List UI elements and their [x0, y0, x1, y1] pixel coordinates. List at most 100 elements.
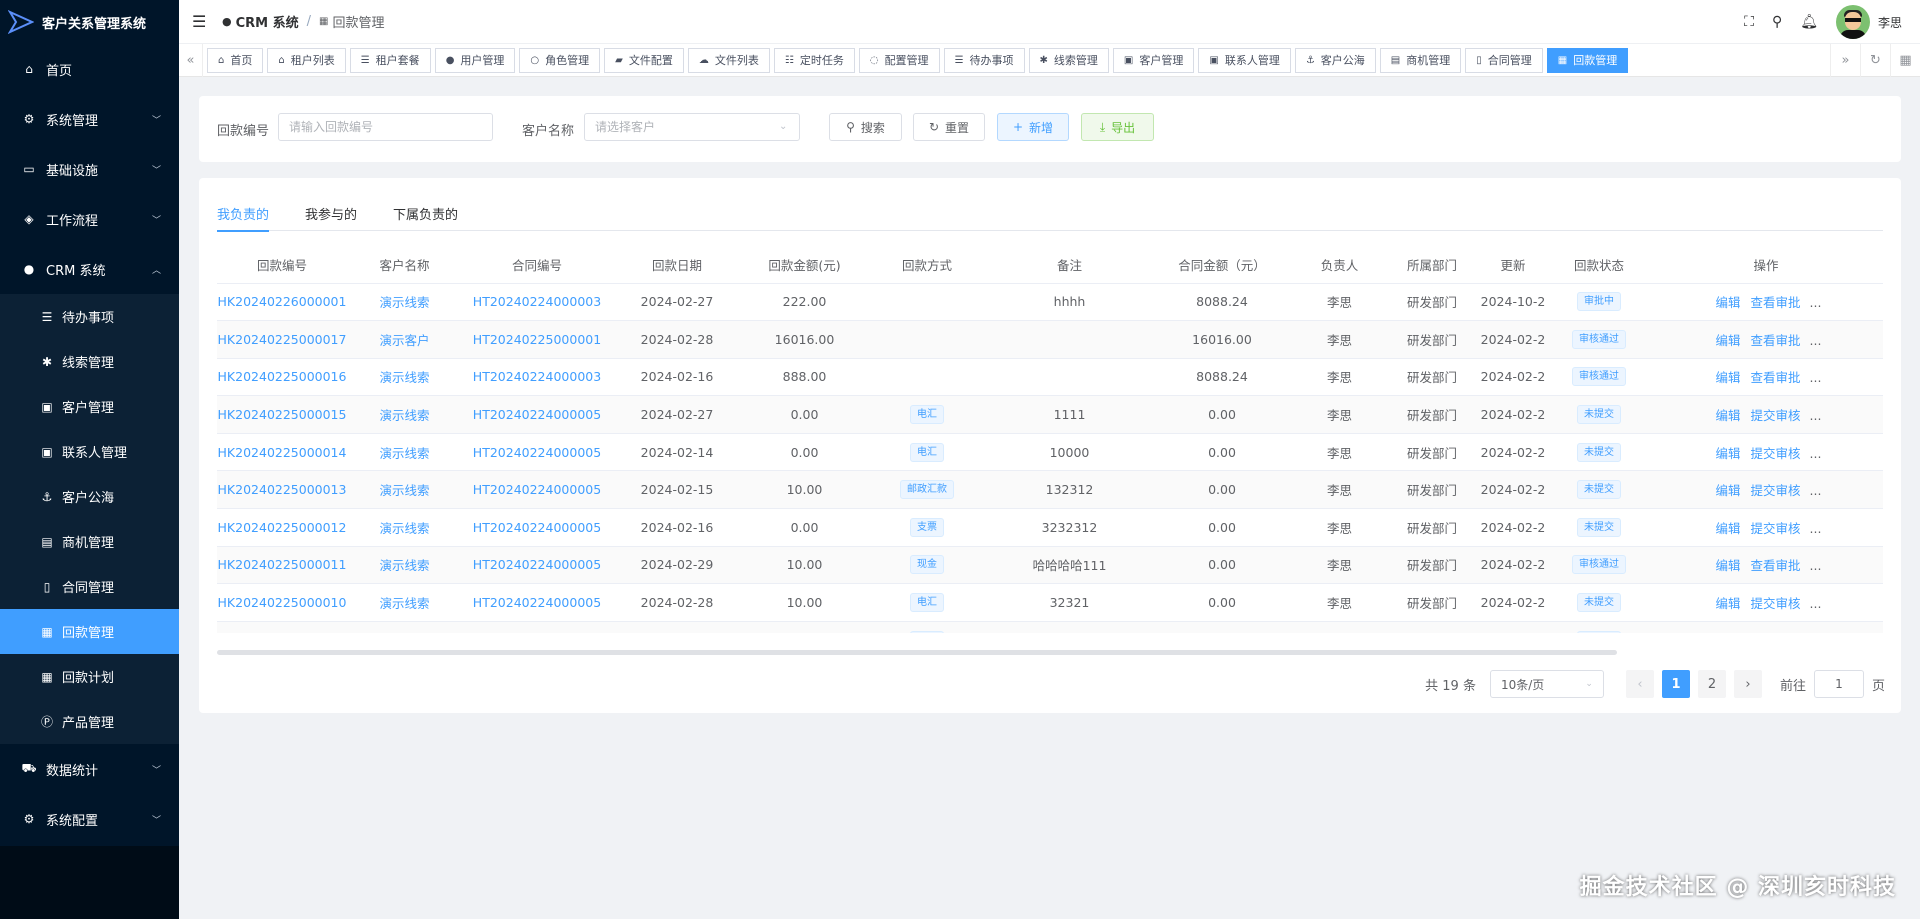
more-actions-icon[interactable]: ...: [1810, 446, 1822, 461]
tag-4[interactable]: ○ 角色管理: [519, 47, 601, 73]
payment-no-link[interactable]: HK20240225000016: [218, 369, 347, 384]
page-1-button[interactable]: 1: [1661, 670, 1690, 698]
column-header[interactable]: 所属部门: [1387, 246, 1477, 284]
export-button[interactable]: ⤓ 导出: [1081, 113, 1154, 141]
sidebar-bottom-item-1[interactable]: ⚙ 系统配置 ﹀: [0, 794, 179, 844]
bell-icon[interactable]: 🔔︎: [1800, 14, 1818, 30]
sidebar-subitem-1[interactable]: ✱ 线索管理: [0, 339, 179, 384]
audit-link[interactable]: 提交审核: [1751, 408, 1801, 423]
customer-link[interactable]: 演示线索: [379, 446, 429, 461]
audit-link[interactable]: 查看审批: [1751, 333, 1801, 348]
edit-link[interactable]: 编辑: [1716, 596, 1741, 611]
audit-link[interactable]: 提交审核: [1751, 521, 1801, 536]
payment-no-link[interactable]: HK20240225000015: [218, 407, 347, 422]
sidebar-subitem-5[interactable]: ▤ 商机管理: [0, 519, 179, 564]
tags-scroll-left-icon[interactable]: «: [179, 43, 203, 77]
grid-menu-icon[interactable]: ▦: [1890, 43, 1920, 77]
prev-page-button[interactable]: ‹: [1625, 670, 1654, 698]
tag-2[interactable]: ☰ 租户套餐: [349, 47, 431, 73]
more-actions-icon[interactable]: ...: [1810, 295, 1822, 310]
more-actions-icon[interactable]: ...: [1810, 483, 1822, 498]
audit-link[interactable]: 提交审核: [1751, 446, 1801, 461]
audit-link[interactable]: 查看审批: [1751, 558, 1801, 573]
sidebar-subitem-4[interactable]: ⚓ 客户公海: [0, 474, 179, 519]
customer-link[interactable]: 演示线索: [379, 558, 429, 573]
refresh-icon[interactable]: ↻: [1860, 43, 1890, 77]
breadcrumb-root[interactable]: CRM 系统: [236, 12, 299, 31]
sidebar-subitem-6[interactable]: ▯ 合同管理: [0, 564, 179, 609]
sidebar-item-2[interactable]: ▭ 基础设施 ﹀: [0, 144, 179, 194]
payment-no-link[interactable]: HK20240225000010: [218, 595, 347, 610]
tag-12[interactable]: ▣ 联系人管理: [1198, 47, 1291, 73]
payment-no-link[interactable]: HK20240225000013: [218, 482, 347, 497]
tag-13[interactable]: ⚓ 客户公海: [1294, 47, 1376, 73]
contract-link[interactable]: HT20240224000005: [473, 595, 601, 610]
customer-link[interactable]: 演示线索: [379, 483, 429, 498]
tag-5[interactable]: ▰ 文件配置: [604, 47, 684, 73]
payment-no-input[interactable]: [278, 113, 493, 141]
edit-link[interactable]: 编辑: [1716, 446, 1741, 461]
contract-link[interactable]: HT20240224000005: [473, 520, 601, 535]
payment-no-link[interactable]: HK20240225000017: [218, 332, 347, 347]
payment-no-link[interactable]: HK20240225000011: [218, 557, 347, 572]
audit-link[interactable]: 提交审核: [1751, 483, 1801, 498]
add-button[interactable]: + 新增: [997, 113, 1069, 141]
sidebar-item-0[interactable]: ⌂ 首页: [0, 44, 179, 94]
contract-link[interactable]: HT20240224000005: [473, 557, 601, 572]
tag-14[interactable]: ▤ 商机管理: [1379, 47, 1462, 73]
sidebar-subitem-9[interactable]: Ⓟ 产品管理: [0, 699, 179, 744]
customer-link[interactable]: 演示客户: [379, 333, 429, 348]
audit-link[interactable]: 查看审批: [1751, 295, 1801, 310]
payment-no-link[interactable]: HK20240226000001: [218, 294, 347, 309]
edit-link[interactable]: 编辑: [1716, 370, 1741, 385]
column-header[interactable]: 负责人: [1292, 246, 1387, 284]
sidebar-item-4[interactable]: ● CRM 系统 ︿: [0, 244, 179, 294]
tag-16[interactable]: ▦ 回款管理: [1546, 47, 1629, 73]
sidebar-item-1[interactable]: ⚙ 系统管理 ﹀: [0, 94, 179, 144]
edit-link[interactable]: 编辑: [1716, 483, 1741, 498]
column-header[interactable]: 备注: [987, 246, 1152, 284]
tag-15[interactable]: ▯ 合同管理: [1465, 47, 1543, 73]
horizontal-scrollbar[interactable]: [217, 650, 1617, 655]
username[interactable]: 李思: [1878, 14, 1902, 31]
edit-link[interactable]: 编辑: [1716, 408, 1741, 423]
page-2-button[interactable]: 2: [1697, 670, 1726, 698]
column-header[interactable]: 回款日期: [612, 246, 742, 284]
sidebar-bottom-item-0[interactable]: ⛟ 数据统计 ﹀: [0, 744, 179, 794]
sidebar-item-3[interactable]: ◈ 工作流程 ﹀: [0, 194, 179, 244]
column-header[interactable]: 回款金额(元): [742, 246, 867, 284]
column-header[interactable]: 操作: [1649, 246, 1883, 284]
page-size-select[interactable]: 10条/页 ⌄: [1489, 670, 1604, 698]
customer-select[interactable]: [584, 113, 800, 141]
tag-3[interactable]: ● 用户管理: [434, 47, 516, 73]
search-button[interactable]: ⚲ 搜索: [829, 113, 902, 141]
sidebar-subitem-8[interactable]: ▦ 回款计划: [0, 654, 179, 699]
payment-no-link[interactable]: HK20240225000012: [218, 520, 347, 535]
customer-link[interactable]: 演示线索: [379, 295, 429, 310]
tab-1[interactable]: 我参与的: [305, 204, 357, 231]
contract-link[interactable]: HT20240224000003: [473, 369, 601, 384]
sidebar-subitem-0[interactable]: ☰ 待办事项: [0, 294, 179, 339]
sidebar-subitem-3[interactable]: ▣ 联系人管理: [0, 429, 179, 474]
audit-link[interactable]: 查看审批: [1751, 370, 1801, 385]
reset-button[interactable]: ↻ 重置: [913, 113, 985, 141]
column-header[interactable]: 合同编号: [462, 246, 612, 284]
column-header[interactable]: 更新: [1477, 246, 1549, 284]
column-header[interactable]: 回款编号: [217, 246, 347, 284]
more-actions-icon[interactable]: ...: [1810, 521, 1822, 536]
tab-0[interactable]: 我负责的: [217, 204, 270, 232]
more-actions-icon[interactable]: ...: [1810, 370, 1822, 385]
edit-link[interactable]: 编辑: [1716, 333, 1741, 348]
audit-link[interactable]: 提交审核: [1751, 596, 1801, 611]
more-actions-icon[interactable]: ...: [1810, 558, 1822, 573]
contract-link[interactable]: HT20240225000001: [473, 332, 601, 347]
edit-link[interactable]: 编辑: [1716, 521, 1741, 536]
search-icon[interactable]: ⚲: [1772, 14, 1782, 30]
contract-link[interactable]: HT20240224000005: [473, 407, 601, 422]
tag-0[interactable]: ⌂ 首页: [207, 47, 264, 73]
more-actions-icon[interactable]: ...: [1810, 333, 1822, 348]
column-header[interactable]: 回款状态: [1549, 246, 1649, 284]
tag-8[interactable]: ◌ 配置管理: [858, 47, 940, 73]
contract-link[interactable]: HT20240224000005: [473, 445, 601, 460]
app-logo[interactable]: 客户关系管理系统: [0, 0, 179, 44]
